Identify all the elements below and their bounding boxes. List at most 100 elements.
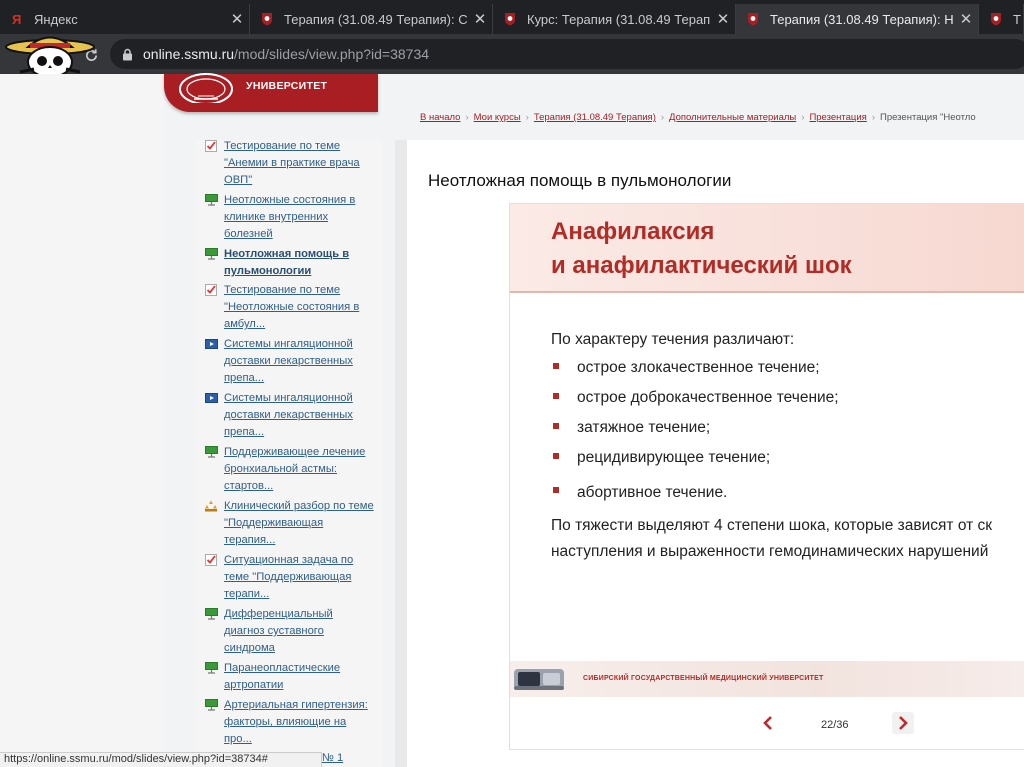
tab-terapia-last[interactable]: Т [979, 4, 1024, 34]
breadcrumb-separator: › [660, 112, 665, 123]
slide-viewer: Анафилаксия и анафилактический шок По ха… [509, 203, 1024, 750]
breadcrumb-section[interactable]: Дополнительные материалы [669, 112, 796, 123]
breadcrumb-current: Презентация "Неотло [880, 112, 976, 123]
quiz-icon [204, 140, 218, 152]
sidebar-item-label[interactable]: Системы ингаляционной доставки лекарстве… [224, 338, 353, 384]
sidebar-item-label[interactable]: Тестирование по теме "Анемии в практике … [224, 140, 360, 186]
breadcrumb-separator: › [801, 112, 805, 123]
ssmu-icon [503, 12, 517, 26]
slide-footer-text: СИБИРСКИЙ ГОСУДАРСТВЕННЫЙ МЕДИЦИНСКИЙ УН… [583, 675, 824, 682]
close-icon[interactable]: ✕ [711, 10, 735, 28]
workshop-icon [204, 500, 218, 512]
skull-overlay-icon [4, 36, 96, 78]
slide-pager: 22/36 [510, 704, 1024, 744]
university-logo[interactable]: УНИВЕРСИТЕТ [164, 73, 378, 112]
close-icon[interactable]: ✕ [225, 10, 249, 28]
chevron-left-icon [763, 716, 772, 730]
slide-bullet: острое злокачественное течение; [577, 359, 820, 376]
tab-terapia-active[interactable]: Терапия (31.08.49 Терапия): Н ✕ [736, 4, 979, 34]
slide-bullet: рецидивирующее течение; [577, 449, 771, 466]
sidebar-item-label[interactable]: Неотложные состояния в клинике внутренни… [224, 194, 355, 240]
slide-footer: СИБИРСКИЙ ГОСУДАРСТВЕННЫЙ МЕДИЦИНСКИЙ УН… [510, 661, 1024, 697]
bullet-icon [553, 393, 559, 399]
breadcrumb-separator: › [525, 112, 529, 123]
sidebar-item-label[interactable]: Ситуационная задача по теме "Поддерживаю… [224, 554, 353, 600]
yandex-icon: Я [10, 12, 24, 26]
video-icon [204, 392, 218, 404]
url-field[interactable]: online.ssmu.ru/mod/slides/view.php?id=38… [110, 39, 1024, 69]
slide-heading-line-2: и анафилактический шок [551, 252, 852, 279]
ssmu-icon [989, 12, 1003, 26]
bullet-icon [553, 363, 559, 369]
page-left-margin [0, 74, 164, 767]
close-icon[interactable]: ✕ [468, 10, 492, 28]
slides-icon [204, 194, 218, 206]
slide-heading: Анафилаксия и анафилактический шок [551, 215, 852, 283]
breadcrumb: В начало › Мои курсы › Терапия (31.08.49 Тер… [420, 112, 1024, 128]
slide-intro: По характеру течения различают: [551, 331, 795, 348]
sidebar-item-test-emergency[interactable]: Тестирование по теме "Неотложные состоян… [204, 282, 376, 333]
sidebar-item-label[interactable]: Тестирование по теме "Неотложные состоян… [224, 284, 359, 330]
url-path: /mod/slides/view.php?id=38734 [234, 46, 430, 62]
breadcrumb-separator: › [871, 112, 875, 123]
slide-bullet: затяжное течение; [577, 419, 711, 436]
tab-terapia-1[interactable]: Терапия (31.08.49 Терапия): С ✕ [250, 4, 493, 34]
breadcrumb-my-courses[interactable]: Мои курсы [474, 112, 521, 123]
sidebar-item-paraneoplastic[interactable]: Паранеопластические артропатии [204, 660, 376, 694]
lock-icon [122, 48, 133, 61]
slides-icon [204, 248, 218, 260]
breadcrumb-course[interactable]: Терапия (31.08.49 Терапия) [534, 112, 656, 123]
sidebar-item-emergency-internal[interactable]: Неотложные состояния в клинике внутренни… [204, 192, 376, 243]
slides-icon [204, 662, 218, 674]
tab-title: Курс: Терапия (31.08.49 Терап [527, 11, 711, 27]
bullet-icon [553, 423, 559, 429]
ssmu-icon [746, 12, 760, 26]
breadcrumb-presentation[interactable]: Презентация [809, 112, 866, 123]
sidebar-item-label[interactable]: Поддерживающее лечение бронхиальной астм… [224, 446, 365, 492]
quiz-icon [204, 554, 218, 566]
slide-paragraph-line-2: наступления и выраженности гемодинамичес… [551, 543, 989, 560]
device-image-icon [514, 669, 564, 690]
slide-paragraph-line-1: По тяжести выделяют 4 степени шока, кото… [551, 517, 993, 534]
tab-title: Терапия (31.08.49 Терапия): С [284, 11, 468, 27]
breadcrumb-separator: › [465, 112, 469, 123]
sidebar-item-situational-task[interactable]: Ситуационная задача по теме "Поддерживаю… [204, 552, 376, 603]
svg-text:Я: Я [12, 12, 21, 26]
next-slide-button[interactable] [892, 712, 914, 734]
slide-counter: 22/36 [821, 719, 849, 731]
sidebar-item-label[interactable]: Неотложная помощь в пульмонологии [224, 248, 349, 277]
url-text: online.ssmu.ru/mod/slides/view.php?id=38… [143, 46, 429, 62]
sidebar-item-asthma[interactable]: Поддерживающее лечение бронхиальной астм… [204, 444, 376, 495]
bullet-icon [553, 487, 559, 493]
ssmu-icon [260, 12, 274, 26]
prev-slide-button[interactable] [762, 716, 774, 735]
sidebar-item-label[interactable]: Клинический разбор по теме "Поддерживающ… [224, 500, 374, 546]
tab-kurs[interactable]: Курс: Терапия (31.08.49 Терап ✕ [493, 4, 736, 34]
sidebar-item-inhalation-1[interactable]: Системы ингаляционной доставки лекарстве… [204, 336, 376, 387]
sidebar-item-clinical-case[interactable]: Клинический разбор по теме "Поддерживающ… [204, 498, 376, 549]
sidebar-item-inhalation-2[interactable]: Системы ингаляционной доставки лекарстве… [204, 390, 376, 441]
slide-bullet: абортивное течение. [577, 484, 728, 501]
status-bar-url: https://online.ssmu.ru/mod/slides/view.p… [0, 752, 322, 767]
tab-yandex[interactable]: Я Яндекс ✕ [0, 4, 250, 34]
breadcrumb-home[interactable]: В начало [420, 112, 460, 123]
sidebar-item-label[interactable]: Паранеопластические артропатии [224, 662, 340, 691]
sidebar-item-test-anemia[interactable]: Тестирование по теме "Анемии в практике … [204, 140, 376, 189]
close-icon[interactable]: ✕ [954, 10, 978, 28]
address-bar: ← online.ssmu.ru/mod/slides/view.php?id=… [0, 34, 1024, 74]
slide-bullet: острое доброкачественное течение; [577, 389, 839, 406]
sidebar-item-label[interactable]: Дифференциальный диагноз суставного синд… [224, 608, 333, 654]
url-host: online.ssmu.ru [143, 46, 235, 62]
tab-title: Т [1013, 11, 1021, 27]
sidebar-item-joint-syndrome[interactable]: Дифференциальный диагноз суставного синд… [204, 606, 376, 657]
sidebar-item-pulmonology-current[interactable]: Неотложная помощь в пульмонологии [204, 246, 376, 280]
sidebar-item-hypertension[interactable]: Артериальная гипертензия: факторы, влияю… [204, 697, 376, 748]
sidebar-item-label[interactable]: Артериальная гипертензия: факторы, влияю… [224, 699, 368, 745]
slides-icon [204, 699, 218, 711]
sidebar-item-label[interactable]: Системы ингаляционной доставки лекарстве… [224, 392, 353, 438]
slide-header: Анафилаксия и анафилактический шок [510, 204, 1024, 293]
chevron-right-icon [899, 716, 908, 730]
quiz-icon [204, 284, 218, 296]
slides-icon [204, 446, 218, 458]
browser-tab-bar: Я Яндекс ✕ Терапия (31.08.49 Терапия): С… [0, 0, 1024, 34]
